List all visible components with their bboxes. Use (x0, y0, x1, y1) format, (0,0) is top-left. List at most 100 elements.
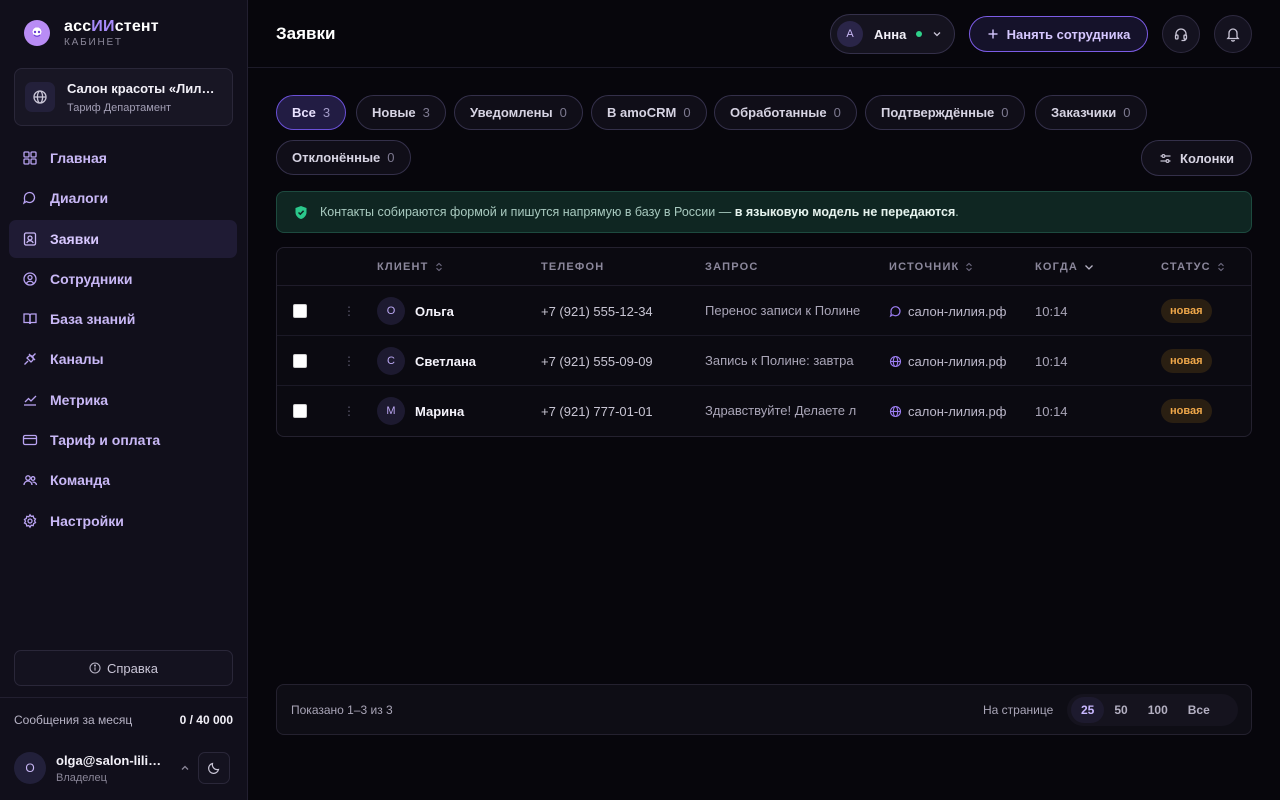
table-row[interactable]: ⋮ М Марина +7 (921) 777-01-01 Здравствуй… (277, 386, 1251, 436)
help-button[interactable]: Справка (14, 650, 233, 686)
per-page-option-50[interactable]: 50 (1104, 697, 1137, 723)
notifications-button[interactable] (1214, 15, 1252, 53)
sidebar-item-requests[interactable]: Заявки (9, 219, 237, 258)
org-switcher[interactable]: Салон красоты «Лилия» Тариф Департамент (14, 68, 233, 126)
filter-chip-new[interactable]: Новые 3 (356, 95, 446, 130)
per-page-option-25[interactable]: 25 (1071, 697, 1105, 723)
sidebar-item-label: Метрика (50, 391, 109, 408)
filter-chip-all[interactable]: Все 3 (276, 95, 347, 130)
sidebar-item-label: Заявки (50, 230, 99, 247)
request-time: 10:14 (1035, 353, 1068, 369)
chevron-down-icon (933, 32, 941, 37)
client-name: Ольга (415, 303, 454, 319)
filter-chip-amocrm[interactable]: В amoCRM 0 (591, 95, 707, 130)
agent-selector[interactable]: А Анна (830, 14, 955, 54)
sidebar-item-label: Диалоги (50, 190, 109, 207)
request-text: Запись к Полине: завтра (705, 353, 854, 368)
filter-chip-notified[interactable]: Уведомлены 0 (454, 95, 583, 130)
row-checkbox[interactable] (293, 304, 307, 318)
user-email: olga@salon-liliya.rf (56, 752, 168, 768)
sidebar-item-home[interactable]: Главная (9, 139, 237, 177)
filter-chip-confirmed[interactable]: Подтверждённые 0 (865, 95, 1025, 130)
message-usage: Сообщения за месяц 0 / 40 000 (14, 713, 233, 727)
agent-name: Анна (874, 26, 907, 42)
globe-icon (889, 405, 902, 417)
table-header: КЛИЕНТ ТЕЛЕФОН ЗАПРОС ИСТОЧНИК КОГДА СТА… (277, 248, 1251, 286)
user-circle-icon (23, 272, 37, 286)
row-drag-handle[interactable]: ⋮ (343, 336, 355, 386)
row-drag-handle[interactable]: ⋮ (343, 286, 355, 336)
page-title: Заявки (276, 24, 336, 43)
table-row[interactable]: ⋮ О Ольга +7 (921) 555-12-34 Перенос зап… (277, 286, 1251, 336)
user-menu[interactable]: O olga@salon-liliya.rf Владелец (14, 750, 233, 786)
sidebar-item-employees[interactable]: Сотрудники (9, 260, 237, 298)
sidebar: ассИИстент КАБИНЕТ Салон красоты «Лилия»… (0, 0, 248, 800)
column-header-request: ЗАПРОС (705, 261, 759, 273)
sidebar-item-settings[interactable]: Настройки (9, 502, 237, 540)
help-label: Справка (107, 660, 158, 676)
chevron-up-icon[interactable] (180, 763, 190, 773)
columns-button[interactable]: Колонки (1141, 140, 1252, 176)
per-page-option-100[interactable]: 100 (1138, 697, 1178, 723)
filter-chip-processed[interactable]: Обработанные 0 (714, 95, 857, 130)
brand[interactable]: ассИИстент КАБИНЕТ (24, 18, 159, 48)
brand-logo-icon (24, 20, 50, 46)
chevron-down-icon (1085, 265, 1093, 270)
per-page-option-all[interactable]: Все (1178, 697, 1220, 723)
sidebar-item-knowledge-base[interactable]: База знаний (9, 300, 237, 338)
headset-icon (1174, 28, 1188, 42)
filter-count: 0 (1001, 105, 1009, 120)
filter-label: Все (292, 105, 316, 120)
filter-label: В amoCRM (607, 105, 677, 120)
column-header-source[interactable]: ИСТОЧНИК (889, 261, 973, 273)
org-name: Салон красоты «Лилия» (67, 80, 222, 96)
column-header-client[interactable]: КЛИЕНТ (377, 261, 443, 273)
sidebar-item-team[interactable]: Команда (9, 461, 237, 499)
request-text: Здравствуйте! Делаете л (705, 403, 857, 418)
pagination-info: Показано 1–3 из 3 (291, 703, 393, 717)
filter-chip-customers[interactable]: Заказчики 0 (1035, 95, 1147, 130)
chat-icon (22, 192, 36, 205)
sidebar-item-channels[interactable]: Каналы (9, 340, 237, 378)
sidebar-item-metrics[interactable]: Метрика (9, 381, 237, 419)
request-text: Перенос записи к Полине (705, 303, 861, 318)
filter-chip-rejected[interactable]: Отклонённые 0 (276, 140, 411, 175)
row-checkbox[interactable] (293, 354, 307, 368)
brand-subtitle: КАБИНЕТ (64, 37, 123, 48)
row-checkbox[interactable] (293, 404, 307, 418)
support-button[interactable] (1162, 15, 1200, 53)
filter-label: Заказчики (1051, 105, 1117, 120)
sort-icon (435, 262, 442, 272)
grid-icon (23, 151, 37, 165)
usage-label: Сообщения за месяц (14, 713, 133, 727)
globe-icon (889, 355, 902, 367)
filter-label: Подтверждённые (881, 105, 995, 120)
row-drag-handle[interactable]: ⋮ (343, 386, 355, 436)
plus-icon (988, 29, 998, 39)
team-icon (23, 475, 38, 486)
column-header-phone: ТЕЛЕФОН (541, 261, 605, 273)
column-header-when[interactable]: КОГДА (1035, 261, 1094, 273)
online-status-dot (916, 31, 923, 37)
filter-count: 3 (422, 105, 430, 120)
filter-count: 0 (833, 105, 841, 120)
sidebar-item-label: Команда (50, 472, 110, 489)
column-header-status[interactable]: СТАТУС (1161, 261, 1225, 273)
request-time: 10:14 (1035, 303, 1068, 319)
theme-toggle-button[interactable] (198, 752, 230, 784)
columns-label: Колонки (1180, 150, 1234, 166)
request-time: 10:14 (1035, 403, 1068, 419)
requests-table: КЛИЕНТ ТЕЛЕФОН ЗАПРОС ИСТОЧНИК КОГДА СТА… (276, 247, 1252, 437)
client-phone: +7 (921) 777-01-01 (541, 403, 653, 419)
sidebar-item-label: База знаний (50, 311, 136, 328)
sort-icon (966, 262, 973, 272)
hire-employee-button[interactable]: Нанять сотрудника (969, 16, 1148, 52)
avatar: О (377, 297, 405, 325)
sidebar-item-billing[interactable]: Тариф и оплата (9, 421, 237, 459)
filter-label: Новые (372, 105, 416, 120)
avatar: O (14, 752, 46, 784)
sidebar-item-dialogs[interactable]: Диалоги (9, 179, 237, 217)
moon-icon (208, 762, 220, 774)
chat-bubble-icon (889, 305, 901, 317)
table-row[interactable]: ⋮ С Светлана +7 (921) 555-09-09 Запись к… (277, 336, 1251, 386)
